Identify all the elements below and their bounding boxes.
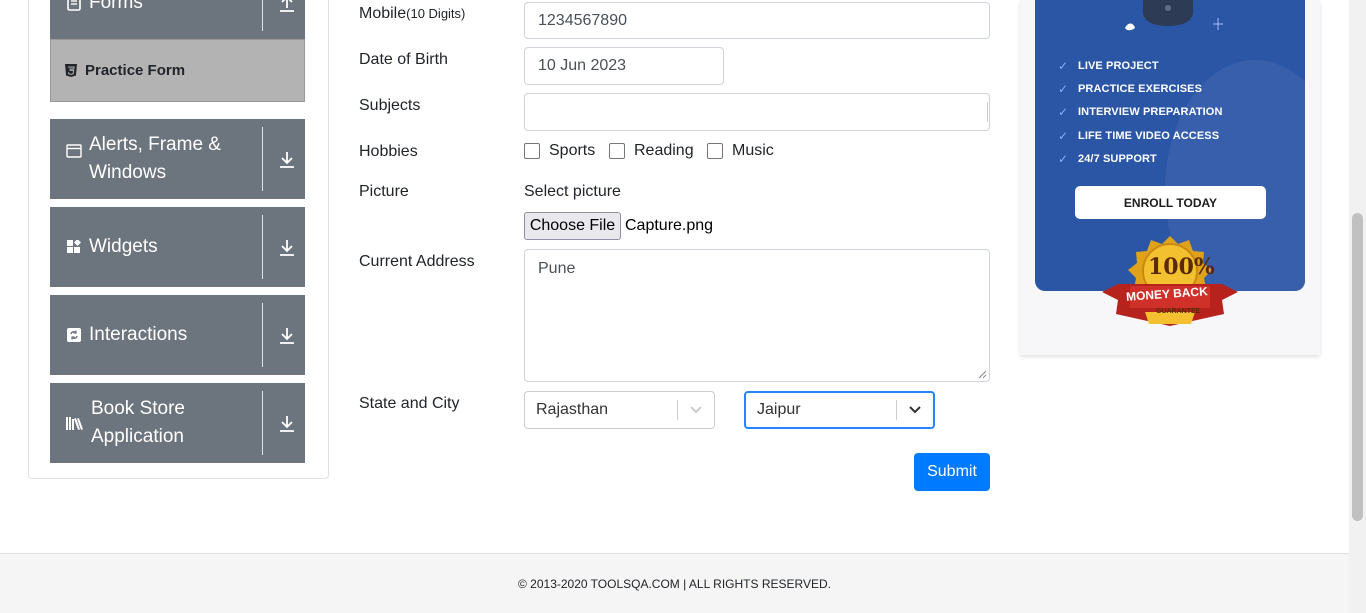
sidebar-group-alerts[interactable]: Alerts, Frame & Windows <box>50 119 305 199</box>
sidebar-group-label: Forms <box>89 0 143 13</box>
divider <box>262 391 263 455</box>
ad-feature-label: LIVE PROJECT <box>1078 60 1159 72</box>
forms-icon <box>66 0 82 11</box>
submit-button[interactable]: Submit <box>914 453 990 491</box>
ad-feature-item: ✓ INTERVIEW PREPARATION <box>1058 105 1223 119</box>
sidebar-group-label: Widgets <box>89 236 158 257</box>
mobile-label: Mobile(10 Digits) <box>359 5 465 23</box>
page-footer: © 2013-2020 TOOLSQA.COM | ALL RIGHTS RES… <box>0 553 1349 613</box>
ad-banner[interactable]: ✓ LIVE PROJECT ✓ PRACTICE EXERCISES ✓ INTER… <box>1020 0 1320 355</box>
mobile-hint: (10 Digits) <box>406 6 466 21</box>
divider <box>262 215 263 279</box>
sidebar-group-widgets[interactable]: Widgets <box>50 207 305 287</box>
subjects-input[interactable] <box>524 93 990 131</box>
sidebar-group-forms[interactable]: Forms <box>50 0 305 39</box>
window-icon <box>66 143 82 159</box>
enroll-today-button[interactable]: ENROLL TODAY <box>1075 186 1266 219</box>
download-icon[interactable] <box>278 119 296 199</box>
check-icon: ✓ <box>1058 129 1069 143</box>
subjects-indicator <box>987 102 988 122</box>
hobby-label: Music <box>732 142 774 159</box>
ad-feature-label: INTERVIEW PREPARATION <box>1078 106 1223 118</box>
dob-label: Date of Birth <box>359 51 448 68</box>
checkbox-box[interactable] <box>707 143 723 159</box>
state-value: Rajasthan <box>536 401 609 418</box>
city-value: Jaipur <box>757 401 801 418</box>
check-icon: ✓ <box>1058 59 1069 73</box>
laptop-illustration-icon <box>1125 0 1223 31</box>
city-select[interactable]: Jaipur <box>744 391 935 429</box>
download-icon[interactable] <box>278 383 296 463</box>
subjects-label: Subjects <box>359 97 421 114</box>
dob-input[interactable]: 10 Jun 2023 <box>524 47 724 85</box>
hobby-reading-checkbox[interactable]: Reading <box>609 142 694 160</box>
sidebar-group-book-store[interactable]: Book Store Application <box>50 383 305 463</box>
badge-percent: 100% <box>1148 254 1215 280</box>
resize-handle-icon[interactable] <box>978 370 987 379</box>
chevron-down-icon[interactable] <box>897 406 933 414</box>
divider <box>262 0 263 31</box>
checkbox-box[interactable] <box>524 143 540 159</box>
ad-feature-item: ✓ LIVE PROJECT <box>1058 59 1159 73</box>
dob-value: 10 Jun 2023 <box>538 57 627 74</box>
interactions-icon <box>66 327 82 343</box>
picture-label: Picture <box>359 183 409 200</box>
hobby-music-checkbox[interactable]: Music <box>707 142 774 160</box>
check-icon: ✓ <box>1058 105 1069 119</box>
html5-icon <box>65 64 77 77</box>
sidebar-group-label: Book Store Application <box>91 398 185 447</box>
hobby-label: Sports <box>549 142 596 159</box>
chevron-down-icon[interactable] <box>678 406 714 414</box>
ad-feature-item: ✓ PRACTICE EXERCISES <box>1058 82 1203 96</box>
checkbox-box[interactable] <box>609 143 625 159</box>
scrollbar-thumb[interactable] <box>1352 213 1363 521</box>
divider <box>262 127 263 191</box>
ad-feature-item: ✓ 24/7 SUPPORT <box>1058 152 1157 166</box>
books-icon <box>66 415 84 431</box>
divider <box>262 303 263 367</box>
hobbies-label: Hobbies <box>359 143 418 160</box>
address-value: Pune <box>538 260 576 277</box>
sidebar-item-practice-form[interactable]: Practice Form <box>50 39 305 102</box>
page-scrollbar[interactable] <box>1349 0 1366 613</box>
sidebar-item-label: Practice Form <box>85 62 186 79</box>
sidebar-group-label: Interactions <box>89 324 188 345</box>
ad-feature-label: LIFE TIME VIDEO ACCESS <box>1078 130 1220 142</box>
address-label: Current Address <box>359 253 475 270</box>
mobile-value: 1234567890 <box>538 11 627 29</box>
check-icon: ✓ <box>1058 152 1069 166</box>
hobby-label: Reading <box>634 142 694 159</box>
state-city-label: State and City <box>359 395 460 412</box>
badge-subtext: GUARANTEE <box>1156 308 1201 315</box>
ad-feature-label: 24/7 SUPPORT <box>1078 153 1157 165</box>
address-textarea[interactable]: Pune <box>524 249 990 382</box>
state-select[interactable]: Rajasthan <box>524 391 715 429</box>
footer-text: © 2013-2020 TOOLSQA.COM | ALL RIGHTS RES… <box>518 576 831 591</box>
ad-feature-label: PRACTICE EXERCISES <box>1078 83 1203 95</box>
download-icon[interactable] <box>278 295 296 375</box>
sidebar-group-interactions[interactable]: Interactions <box>50 295 305 375</box>
ad-feature-item: ✓ LIFE TIME VIDEO ACCESS <box>1058 129 1220 143</box>
check-icon: ✓ <box>1058 82 1069 96</box>
sidebar-nav: Forms Practice Form Alerts, Frame & Wind… <box>28 0 329 479</box>
mobile-input[interactable]: 1234567890 <box>524 2 990 39</box>
widgets-icon <box>66 239 82 255</box>
hobby-sports-checkbox[interactable]: Sports <box>524 142 595 160</box>
upload-icon[interactable] <box>278 0 296 39</box>
sidebar-group-label: Alerts, Frame & Windows <box>89 134 221 183</box>
select-picture-label: Select picture <box>524 183 621 200</box>
download-icon[interactable] <box>278 207 296 287</box>
mobile-label-text: Mobile <box>359 5 407 22</box>
file-name: Capture.png <box>625 217 714 234</box>
choose-file-button[interactable]: Choose File <box>524 212 621 240</box>
